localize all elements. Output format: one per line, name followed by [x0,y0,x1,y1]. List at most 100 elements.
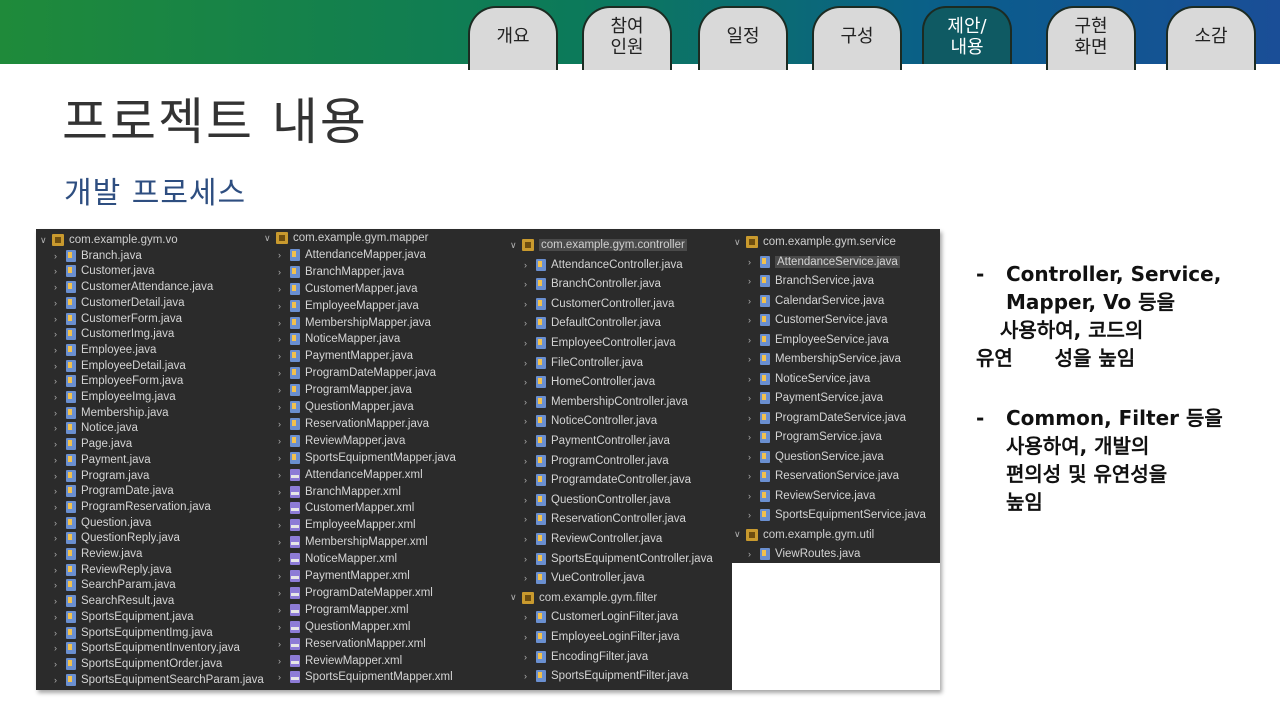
chevron-right-icon[interactable]: › [748,315,760,325]
tree-package[interactable]: ∨ com.example.gym.filter [510,590,657,606]
tree-file[interactable]: › ReviewReply.java [54,562,172,578]
tree-file[interactable]: › EmployeeLoginFilter.java [524,629,680,645]
chevron-right-icon[interactable]: › [54,392,66,402]
chevron-right-icon[interactable]: › [278,520,290,530]
chevron-right-icon[interactable]: › [278,267,290,277]
chevron-right-icon[interactable]: › [524,652,536,662]
tree-file[interactable]: › SportsEquipmentController.java [524,551,713,567]
tree-file[interactable]: › PaymentController.java [524,433,670,449]
tab-schedule[interactable]: 일정 [698,6,788,70]
tree-file[interactable]: › CustomerLoginFilter.java [524,609,678,625]
chevron-right-icon[interactable]: › [54,643,66,653]
tree-file[interactable]: › ReservationController.java [524,511,686,527]
chevron-right-icon[interactable]: › [524,377,536,387]
chevron-right-icon[interactable]: › [524,475,536,485]
tree-file[interactable]: › ProgramMapper.java [278,382,412,398]
chevron-right-icon[interactable]: › [54,376,66,386]
tree-file[interactable]: › CustomerImg.java [54,326,174,342]
chevron-right-icon[interactable]: › [524,299,536,309]
chevron-right-icon[interactable]: › [524,436,536,446]
chevron-right-icon[interactable]: › [54,565,66,575]
tree-file[interactable]: › PaymentMapper.xml [278,568,410,584]
tree-file[interactable]: › MembershipController.java [524,394,688,410]
chevron-right-icon[interactable]: › [54,439,66,449]
tree-file[interactable]: › SearchParam.java [54,577,176,593]
chevron-right-icon[interactable]: › [278,436,290,446]
tree-file[interactable]: › ProgramService.java [748,429,882,445]
chevron-right-icon[interactable]: › [748,471,760,481]
tree-file[interactable]: › ReservationMapper.xml [278,636,426,652]
tree-file[interactable]: › FileController.java [524,355,643,371]
tree-file[interactable]: › VueController.java [524,570,645,586]
chevron-right-icon[interactable]: › [524,514,536,524]
tree-file[interactable]: › NoticeService.java [748,371,870,387]
tab-proposal[interactable]: 제안/ 내용 [922,6,1012,64]
tree-file[interactable]: › Payment.java [54,452,151,468]
tree-file[interactable]: › Notice.java [54,420,138,436]
tree-file[interactable]: › CustomerService.java [748,312,887,328]
chevron-right-icon[interactable]: › [54,314,66,324]
chevron-down-icon[interactable]: ∨ [264,233,276,244]
tree-package[interactable]: ∨ com.example.gym.vo [40,232,178,248]
chevron-right-icon[interactable]: › [748,491,760,501]
tree-file[interactable]: › QuestionMapper.java [278,399,414,415]
chevron-right-icon[interactable]: › [54,423,66,433]
chevron-right-icon[interactable]: › [278,250,290,260]
tree-package[interactable]: ∨ com.example.gym.service [734,234,896,250]
tree-file[interactable]: › CustomerMapper.java [278,281,418,297]
tree-file[interactable]: › ReviewService.java [748,488,875,504]
tree-file[interactable]: › CustomerDetail.java [54,295,185,311]
tree-file[interactable]: › SportsEquipmentInventory.java [54,640,240,656]
tree-file[interactable]: › ProgramDateMapper.java [278,365,436,381]
tab-structure[interactable]: 구성 [812,6,902,70]
tree-file[interactable]: › ReservationMapper.java [278,416,429,432]
tree-file[interactable]: › EmployeeController.java [524,335,676,351]
tree-file[interactable]: › QuestionMapper.xml [278,619,410,635]
chevron-right-icon[interactable]: › [748,432,760,442]
chevron-right-icon[interactable]: › [748,510,760,520]
tree-file[interactable]: › SearchResult.java [54,593,174,609]
tree-file[interactable]: › BranchMapper.xml [278,484,401,500]
chevron-right-icon[interactable]: › [54,518,66,528]
tree-file[interactable]: › SportsEquipment.java [54,609,194,625]
tree-file[interactable]: › AttendanceController.java [524,257,683,273]
chevron-right-icon[interactable]: › [524,495,536,505]
tree-file[interactable]: › PaymentService.java [748,390,883,406]
chevron-right-icon[interactable]: › [54,628,66,638]
tree-package[interactable]: ∨ com.example.gym.mapper [264,230,429,246]
chevron-right-icon[interactable]: › [54,533,66,543]
chevron-right-icon[interactable]: › [748,393,760,403]
tree-package[interactable]: ∨ com.example.gym.controller [510,237,687,253]
tree-file[interactable]: › PaymentMapper.java [278,348,413,364]
tree-file[interactable]: › EmployeeService.java [748,332,889,348]
chevron-down-icon[interactable]: ∨ [510,240,522,251]
tree-file[interactable]: › SportsEquipmentOrder.java [54,656,222,672]
chevron-right-icon[interactable]: › [748,296,760,306]
chevron-down-icon[interactable]: ∨ [510,592,522,603]
tree-file[interactable]: › ReviewController.java [524,531,662,547]
chevron-right-icon[interactable]: › [524,671,536,681]
chevron-right-icon[interactable]: › [524,338,536,348]
tree-file[interactable]: › ProgramdateController.java [524,472,691,488]
tab-overview[interactable]: 개요 [468,6,558,70]
chevron-right-icon[interactable]: › [278,537,290,547]
chevron-right-icon[interactable]: › [278,605,290,615]
tree-file[interactable]: › AttendanceService.java [748,254,900,270]
tree-file[interactable]: › EmployeeMapper.java [278,298,419,314]
tree-file[interactable]: › ReservationService.java [748,468,899,484]
tree-file[interactable]: › QuestionReply.java [54,530,180,546]
chevron-right-icon[interactable]: › [278,368,290,378]
tree-file[interactable]: › CustomerForm.java [54,311,182,327]
chevron-right-icon[interactable]: › [278,419,290,429]
tree-file[interactable]: › Employee.java [54,342,156,358]
chevron-right-icon[interactable]: › [524,416,536,426]
chevron-right-icon[interactable]: › [54,345,66,355]
chevron-right-icon[interactable]: › [278,385,290,395]
tree-file[interactable]: › EncodingFilter.java [524,649,648,665]
chevron-right-icon[interactable]: › [278,639,290,649]
chevron-right-icon[interactable]: › [278,554,290,564]
chevron-right-icon[interactable]: › [54,502,66,512]
tree-file[interactable]: › NoticeMapper.java [278,331,400,347]
tree-file[interactable]: › CustomerAttendance.java [54,279,213,295]
tree-file[interactable]: › NoticeMapper.xml [278,551,397,567]
